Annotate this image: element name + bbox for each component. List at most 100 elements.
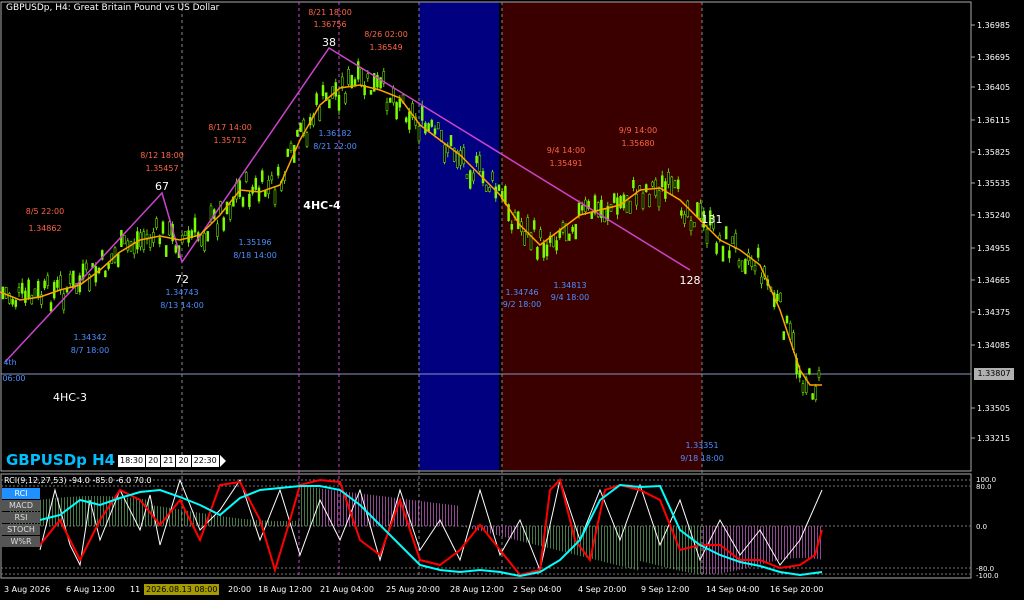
annotation-price: 1.34813 — [553, 281, 586, 290]
histogram-bar — [355, 492, 356, 526]
candle-body — [388, 97, 392, 103]
candle-body — [689, 220, 693, 231]
histogram-bar — [625, 526, 626, 568]
candle-body — [552, 235, 555, 248]
histogram-bar — [442, 503, 443, 526]
indicator-button-stoch[interactable]: STOCH — [2, 524, 40, 535]
histogram-bar — [718, 526, 719, 574]
timeframe-button[interactable]: 18:30 — [118, 455, 146, 467]
histogram-bar — [505, 526, 506, 538]
annotation-price: 1.36182 — [318, 129, 351, 138]
histogram-bar — [496, 526, 497, 535]
candle-body — [206, 231, 210, 242]
candle-body — [33, 288, 37, 299]
wave-label-4th: 4th — [3, 358, 16, 367]
price-tick-label: 1.35240 — [977, 211, 1010, 220]
candle-body — [187, 230, 190, 243]
candle-body — [14, 300, 18, 307]
candle-body — [721, 245, 725, 262]
candle-body — [286, 148, 290, 157]
histogram-bar — [658, 526, 659, 566]
timeframe-button[interactable]: 20 — [146, 455, 161, 467]
histogram-bar — [256, 520, 257, 526]
candle-body — [491, 171, 494, 181]
candle-body — [123, 235, 126, 245]
candle-body — [555, 240, 558, 251]
candle-body — [369, 90, 373, 95]
histogram-bar — [790, 526, 791, 559]
candle-body — [20, 282, 24, 294]
indicator-title: RCI(9,12,27,53) -94.0 -85.0 -6.0 70.0 — [4, 476, 152, 485]
histogram-bar — [784, 526, 785, 560]
histogram-bar — [91, 496, 92, 526]
candle-body — [260, 170, 264, 182]
candle-body — [68, 273, 72, 284]
candle-body — [612, 193, 616, 203]
histogram-bar — [766, 526, 767, 563]
indicator-button-rsi[interactable]: RSI — [2, 512, 40, 523]
indicator-button-wr[interactable]: W%R — [2, 536, 40, 547]
candle-body — [254, 177, 258, 190]
histogram-bar — [292, 520, 293, 526]
candle-body — [753, 265, 757, 272]
candle-body — [760, 276, 763, 285]
histogram-bar — [295, 520, 296, 526]
histogram-bar — [601, 526, 602, 562]
histogram-bar — [358, 493, 359, 526]
candle-body — [628, 200, 632, 214]
histogram-bar — [466, 526, 467, 528]
price-chart[interactable]: 1.36985 1.36695 1.36405 1.36115 1.35825 1.355… — [0, 0, 1024, 600]
candle-body — [651, 181, 654, 187]
candle-body — [817, 370, 821, 378]
time-tick-label: 2 Sep 04:00 — [513, 585, 561, 594]
histogram-bar — [238, 518, 239, 526]
timeframe-button[interactable]: 22:30 — [191, 455, 219, 467]
candle-body — [680, 210, 683, 216]
arrow-right-icon[interactable] — [219, 455, 226, 467]
annotation-date: 8/26 02:00 — [364, 30, 408, 39]
histogram-bar — [199, 512, 200, 526]
annotation-date: 8/17 14:00 — [208, 123, 252, 132]
histogram-bar — [223, 516, 224, 526]
histogram-bar — [670, 526, 671, 569]
candle-body — [251, 186, 254, 194]
timeframe-button[interactable]: 21 — [161, 455, 176, 467]
candle-body — [244, 172, 248, 182]
histogram-bar — [220, 516, 221, 526]
histogram-bar — [748, 526, 749, 568]
indicator-button-rci[interactable]: RCI — [2, 488, 40, 499]
annotation-price: 1.35196 — [238, 238, 271, 247]
histogram-bar — [325, 489, 326, 526]
candle-body — [734, 233, 738, 249]
histogram-bar — [139, 498, 140, 526]
candle-body — [580, 205, 584, 211]
candle-body — [331, 86, 334, 99]
timeframe-button[interactable]: 20 — [176, 455, 191, 467]
histogram-bar — [163, 506, 164, 526]
big-symbol-label: GBPUSDp H4 — [6, 451, 116, 469]
time-tick-label: 14 Sep 04:00 — [706, 585, 759, 594]
candle-body — [692, 222, 696, 228]
candle-body — [161, 221, 165, 234]
histogram-bar — [811, 526, 812, 559]
candle-body — [635, 193, 638, 206]
histogram-bar — [322, 488, 323, 526]
histogram-bar — [214, 515, 215, 526]
current-price-box: 1.33807 — [974, 368, 1014, 380]
time-tick-label: 16 Sep 20:00 — [770, 585, 823, 594]
histogram-bar — [619, 526, 620, 566]
histogram-bar — [148, 499, 149, 526]
price-tick-label: 1.36985 — [977, 21, 1010, 30]
annotation-price: 1.35712 — [213, 136, 246, 145]
candle-body — [315, 93, 318, 105]
indicator-button-macd[interactable]: MACD — [2, 500, 40, 511]
histogram-bar — [463, 526, 464, 527]
selected-date-label: 2026.08.13 08:00 — [144, 584, 220, 595]
candle-body — [705, 228, 709, 244]
histogram-bar — [649, 526, 650, 564]
histogram-bar — [178, 509, 179, 526]
candle-body — [676, 179, 680, 189]
time-tick-label: 9 Sep 12:00 — [641, 585, 689, 594]
candle-body — [24, 290, 27, 303]
candle-body — [36, 280, 40, 298]
